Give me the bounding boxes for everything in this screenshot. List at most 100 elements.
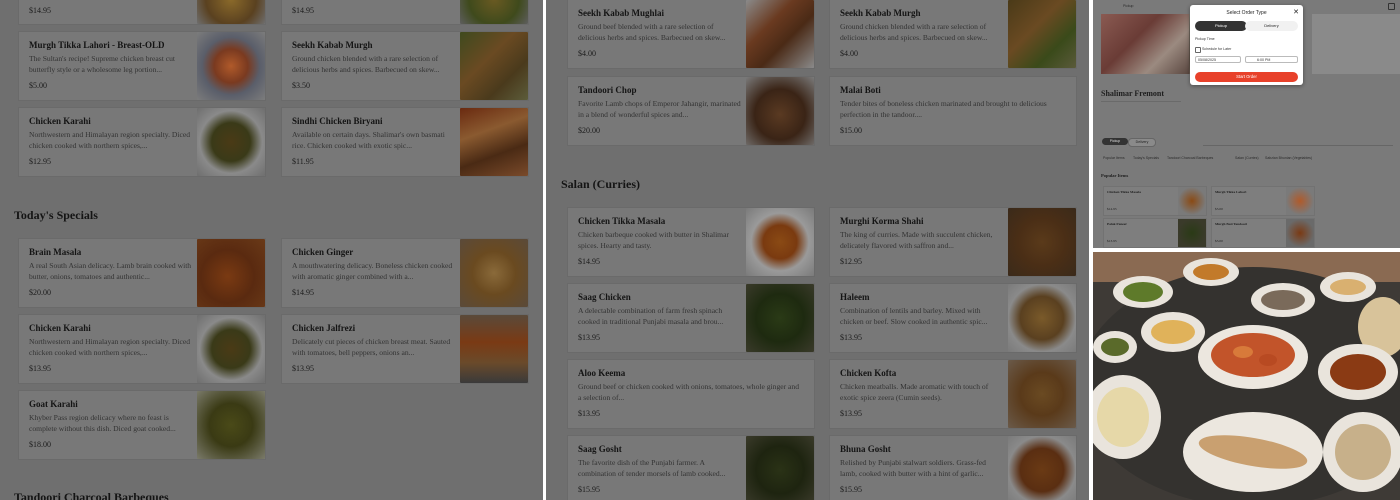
menu-item-card[interactable]: Seekh Kabab Mughlai Ground beef blended … <box>567 0 815 69</box>
category-tab[interactable]: Tandoori Charcoal Barbeques <box>1167 156 1213 160</box>
menu-item-card[interactable]: Murghi Korma Shahi The king of curries. … <box>829 207 1077 277</box>
item-description: Tender bites of boneless chicken marinat… <box>840 99 1047 119</box>
schedule-checkbox[interactable] <box>1195 47 1201 53</box>
delivery-option-button[interactable]: Delivery <box>1245 21 1298 31</box>
item-name: Seekh Kabab Mughlai <box>578 8 665 18</box>
food-photo <box>1178 187 1206 215</box>
category-tab[interactable]: Sabzian Bhunian (Vegetables) <box>1265 156 1312 160</box>
item-name: Seekh Kabab Murgh <box>292 40 373 50</box>
pickup-option-button[interactable]: Pickup <box>1195 21 1247 31</box>
menu-item-card[interactable]: Sindhi Chicken Biryani Available on cert… <box>281 107 529 177</box>
item-price: $14.95 <box>292 6 314 15</box>
item-name: Saag Chicken <box>578 292 631 302</box>
item-name: Palak Paneer <box>1107 222 1127 226</box>
pickup-toggle[interactable]: Pickup <box>1102 138 1128 145</box>
date-input[interactable]: 05/08/2025 <box>1195 56 1241 63</box>
menu-item-card[interactable]: Aloo Keema Ground beef or chicken cooked… <box>567 359 815 429</box>
divider <box>1101 101 1181 102</box>
item-description: Favorite Lamb chops of Emperor Jahangir,… <box>578 99 741 119</box>
food-photo <box>197 239 265 307</box>
item-price: $13.95 <box>840 409 862 418</box>
category-tab[interactable]: Salan (Curries) <box>1235 156 1259 160</box>
menu-item-card[interactable]: Chicken Tikka Masala Chicken barbeque co… <box>567 207 815 277</box>
menu-item-card[interactable]: Seekh Kabab Murgh Ground chicken blended… <box>829 0 1077 69</box>
popular-item-card[interactable]: Palak Paneer $13.95 <box>1103 218 1207 248</box>
item-price: $15.95 <box>578 485 600 494</box>
restaurant-name: Shalimar Fremont <box>1101 89 1165 98</box>
menu-item-card[interactable]: Murgh Tikka Lahori - Breast-OLD The Sult… <box>18 31 266 101</box>
menu-item-card[interactable]: Haleem Combination of lentils and barley… <box>829 283 1077 353</box>
item-name: Chicken Karahi <box>29 116 91 126</box>
item-price: $4.00 <box>578 49 596 58</box>
item-name: Chicken Kofta <box>840 368 897 378</box>
item-description: Ground beef or chicken cooked with onion… <box>578 382 800 402</box>
item-description: Chicken meatballs. Made aromatic with to… <box>840 382 989 402</box>
nav-pickup-link[interactable]: Pickup <box>1123 4 1134 8</box>
item-description: Ground chicken blended with a rare selec… <box>840 22 988 42</box>
food-photo <box>1286 219 1314 247</box>
item-price: $18.00 <box>29 440 51 449</box>
search-bar[interactable] <box>1203 138 1393 146</box>
menu-item-card[interactable]: Saag Chicken A delectable combination of… <box>567 283 815 353</box>
menu-item-card[interactable]: Malai Boti Tender bites of boneless chic… <box>829 76 1077 146</box>
item-price: $14.95 <box>1107 207 1117 211</box>
item-price: $13.95 <box>840 333 862 342</box>
item-description: Delicately cut pieces of chicken breast … <box>292 337 451 357</box>
menu-item-card[interactable]: Bhuna Gosht Relished by Punjabi stalwart… <box>829 435 1077 500</box>
popular-item-card[interactable]: Chicken Tikka Masala $14.95 <box>1103 186 1207 216</box>
item-name: Saag Gosht <box>578 444 622 454</box>
menu-item-card[interactable]: Saag Gosht The favorite dish of the Punj… <box>567 435 815 500</box>
item-description: Ground chicken blended with a rare selec… <box>292 54 440 74</box>
menu-item-card[interactable]: Chicken Jalfrezi Delicately cut pieces o… <box>281 314 529 384</box>
menu-item-card[interactable]: Brain Masala A real South Asian delicacy… <box>18 238 266 308</box>
popular-item-card[interactable]: Murgh Boti Tandoori $5.00 <box>1211 218 1315 248</box>
category-tab[interactable]: Popular Items <box>1103 156 1125 160</box>
category-tab[interactable]: Today's Specials <box>1133 156 1159 160</box>
cart-icon[interactable] <box>1388 3 1395 10</box>
item-description: A delectable combination of farm fresh s… <box>578 306 724 326</box>
popular-item-card[interactable]: Murgh Tikka Lahori $5.00 <box>1211 186 1315 216</box>
item-description: A mouthwatering delicacy. Boneless chick… <box>292 261 453 281</box>
food-photo <box>1178 219 1206 247</box>
menu-item-card[interactable]: Seekh Kabab Murgh Ground chicken blended… <box>281 31 529 101</box>
food-photo <box>746 208 814 276</box>
delivery-toggle[interactable]: Delivery <box>1128 138 1156 147</box>
menu-item-card[interactable]: Goat Karahi Khyber Pass region delicacy … <box>18 390 266 460</box>
food-photo <box>197 0 265 24</box>
item-price: $15.00 <box>840 126 862 135</box>
item-description: Northwestern and Himalayan region specia… <box>29 337 191 357</box>
modal-title: Select Order Type <box>1226 10 1267 16</box>
item-price: $5.00 <box>1215 207 1223 211</box>
item-description: Northwestern and Himalayan region specia… <box>29 130 191 150</box>
item-price: $11.95 <box>292 157 314 166</box>
item-name: Brain Masala <box>29 247 82 257</box>
time-select[interactable]: 6:00 PM <box>1245 56 1298 63</box>
menu-item-card[interactable]: Tandoori Chop Favorite Lamb chops of Emp… <box>567 76 815 146</box>
menu-item-card[interactable]: Chicken Karahi Northwestern and Himalaya… <box>18 314 266 384</box>
item-description: Khyber Pass region delicacy where no fea… <box>29 413 176 433</box>
start-order-button[interactable]: Start Order <box>1195 72 1298 82</box>
item-name: Tandoori Chop <box>578 85 637 95</box>
item-description: Ground beef blended with a rare selectio… <box>578 22 726 42</box>
item-name: Aloo Keema <box>578 368 626 378</box>
partial-card[interactable]: $14.95 <box>18 0 266 25</box>
food-photo <box>460 239 528 307</box>
item-description: Chicken barbeque cooked with butter in S… <box>578 230 729 250</box>
restaurant-photo <box>1101 14 1189 74</box>
item-name: Malai Boti <box>840 85 881 95</box>
menu-item-card[interactable]: Chicken Kofta Chicken meatballs. Made ar… <box>829 359 1077 429</box>
menu-item-card[interactable]: Chicken Ginger A mouthwatering delicacy.… <box>281 238 529 308</box>
partial-card[interactable]: $14.95 <box>281 0 529 25</box>
item-price: $13.95 <box>1107 239 1117 243</box>
food-photo <box>197 391 265 459</box>
food-photo <box>1008 360 1076 428</box>
item-price: $5.00 <box>29 81 47 90</box>
item-name: Chicken Tikka Masala <box>1107 190 1141 194</box>
menu-item-card[interactable]: Chicken Karahi Northwestern and Himalaya… <box>18 107 266 177</box>
close-icon[interactable]: ✕ <box>1293 8 1299 16</box>
item-description: The Sultan's recipe! Supreme chicken bre… <box>29 54 176 74</box>
map-thumbnail <box>1312 14 1400 74</box>
item-name: Chicken Karahi <box>29 323 91 333</box>
food-photo <box>197 32 265 100</box>
item-name: Murgh Tikka Lahori - Breast-OLD <box>29 40 165 50</box>
